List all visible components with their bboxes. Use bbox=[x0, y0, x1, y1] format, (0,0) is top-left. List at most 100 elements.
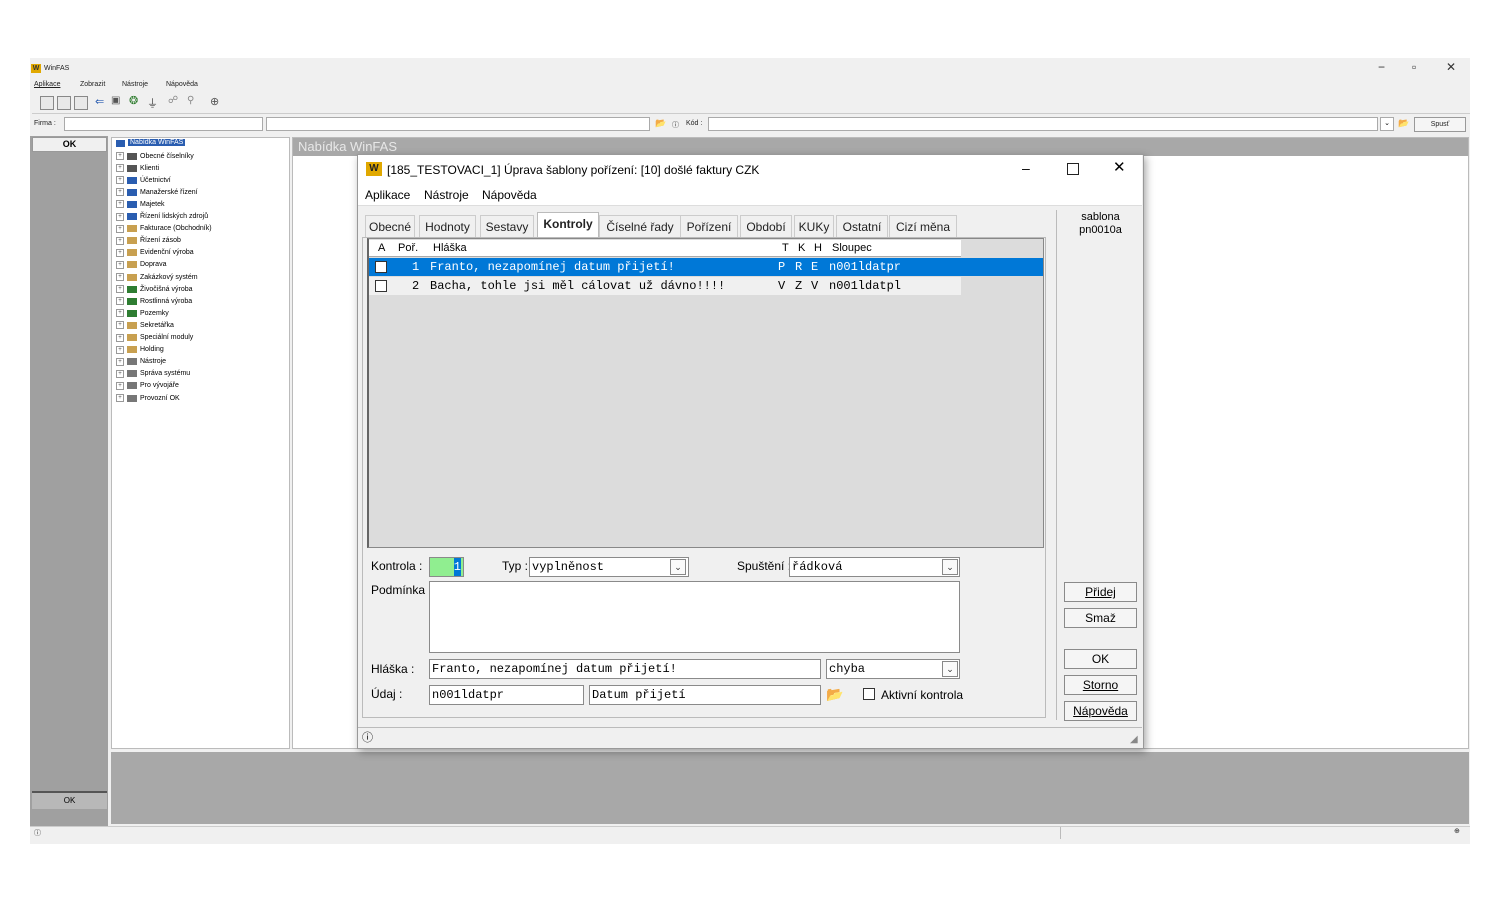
dialog-close-button[interactable]: ✕ bbox=[1113, 158, 1126, 176]
napoveda-button[interactable]: Nápověda bbox=[1064, 701, 1137, 721]
tree-item[interactable]: + Fakturace (Obchodník) bbox=[116, 223, 212, 235]
expand-icon[interactable]: + bbox=[116, 285, 124, 294]
expand-icon[interactable]: + bbox=[116, 248, 124, 257]
tree-item[interactable]: + Obecné číselníky bbox=[116, 150, 194, 162]
tree-item[interactable]: + Doprava bbox=[116, 259, 166, 271]
tree-item[interactable]: + Majetek bbox=[116, 198, 165, 210]
podminka-textarea[interactable] bbox=[429, 581, 960, 653]
expand-icon[interactable]: + bbox=[116, 321, 124, 330]
row-active-checkbox[interactable] bbox=[375, 261, 387, 273]
grid-header-a[interactable]: A bbox=[378, 242, 385, 254]
kontrola-input[interactable]: 1 bbox=[429, 557, 464, 577]
hlaska-input[interactable]: Franto, nezapomínej datum přijetí! bbox=[429, 659, 821, 679]
expand-icon[interactable]: + bbox=[116, 345, 124, 354]
refresh-icon[interactable]: ❂ bbox=[129, 94, 138, 107]
tree-item[interactable]: + Sekretářka bbox=[116, 319, 174, 331]
dialog-menu-napoveda[interactable]: Nápověda bbox=[482, 188, 537, 202]
tab-ciselne-rady[interactable]: Číselné řady bbox=[599, 215, 681, 238]
dialog-maximize-button[interactable] bbox=[1067, 163, 1079, 175]
expand-icon[interactable]: + bbox=[116, 333, 124, 342]
back-arrow-icon[interactable]: ⇐ bbox=[95, 95, 104, 108]
grid-header-por[interactable]: Poř. bbox=[398, 242, 418, 254]
grid-header-k[interactable]: K bbox=[798, 242, 805, 254]
storno-button[interactable]: Storno bbox=[1064, 675, 1137, 695]
expand-icon[interactable]: + bbox=[116, 369, 124, 378]
tree-item[interactable]: + Holding bbox=[116, 344, 164, 356]
tree-item[interactable]: + Rostlinná výroba bbox=[116, 295, 192, 307]
udaj-browse-folder-icon[interactable]: 📂 bbox=[826, 686, 843, 703]
kod-dropdown-arrow[interactable]: ⌄ bbox=[1380, 117, 1394, 131]
tab-ostatni[interactable]: Ostatní bbox=[836, 215, 888, 238]
expand-icon[interactable]: + bbox=[116, 176, 124, 185]
tree-item[interactable]: + Živočišná výroba bbox=[116, 283, 193, 295]
tab-sestavy[interactable]: Sestavy bbox=[480, 215, 534, 238]
tree-item[interactable]: + Speciální moduly bbox=[116, 332, 193, 344]
settings-icon[interactable]: ⚲ bbox=[187, 95, 194, 106]
restore-button[interactable]: ▫ bbox=[1412, 60, 1416, 74]
minimize-button[interactable]: − bbox=[1378, 60, 1385, 74]
status-help-icon[interactable]: ⊕ bbox=[1454, 827, 1460, 835]
expand-icon[interactable]: + bbox=[116, 164, 124, 173]
tree-item[interactable]: + Evidenční výroba bbox=[116, 247, 194, 259]
filter-icon[interactable]: ⏚ bbox=[147, 95, 158, 111]
dialog-minimize-button[interactable]: – bbox=[1022, 160, 1030, 176]
expand-icon[interactable]: + bbox=[116, 273, 124, 281]
menu-napoveda[interactable]: Nápověda bbox=[166, 81, 198, 88]
ok-bottom-button[interactable]: OK bbox=[32, 791, 107, 809]
expand-icon[interactable]: + bbox=[116, 200, 124, 209]
tree-item[interactable]: + Klienti bbox=[116, 162, 159, 174]
typ-select[interactable]: vyplněnost bbox=[529, 557, 689, 577]
tree-item[interactable]: + Řízení zásob bbox=[116, 235, 181, 247]
resize-grip-icon[interactable]: ◢ bbox=[1130, 734, 1138, 745]
tree-item[interactable]: + Pozemky bbox=[116, 307, 169, 319]
spusteni-dropdown-arrow[interactable]: ⌄ bbox=[942, 559, 958, 575]
menu-nastroje[interactable]: Nástroje bbox=[122, 81, 148, 88]
tree-item[interactable]: + Pro vývojáře bbox=[116, 380, 179, 392]
dialog-menu-nastroje[interactable]: Nástroje bbox=[424, 188, 469, 202]
spusteni-select[interactable]: řádková bbox=[789, 557, 960, 577]
severity-dropdown-arrow[interactable]: ⌄ bbox=[942, 661, 958, 677]
grid-header-t[interactable]: T bbox=[782, 242, 789, 254]
help-icon[interactable]: ⊕ bbox=[210, 95, 219, 108]
expand-icon[interactable]: + bbox=[116, 297, 124, 306]
close-button[interactable]: ✕ bbox=[1446, 60, 1456, 74]
grid-header-h[interactable]: H bbox=[814, 242, 822, 254]
ok-top-button[interactable]: OK bbox=[32, 137, 107, 152]
kod-input[interactable] bbox=[708, 117, 1378, 131]
severity-select[interactable]: chyba bbox=[826, 659, 960, 679]
spust-button[interactable]: Spusť bbox=[1414, 117, 1466, 132]
tab-kuky[interactable]: KUKy bbox=[794, 215, 834, 238]
tree-item[interactable]: + Účetnictví bbox=[116, 174, 171, 186]
toolbar-tile-icon[interactable] bbox=[57, 96, 71, 110]
expand-icon[interactable]: + bbox=[116, 188, 124, 197]
tools-icon[interactable]: ☍ bbox=[168, 95, 178, 106]
expand-icon[interactable]: + bbox=[116, 394, 124, 402]
info-icon[interactable]: ⓘ bbox=[672, 120, 679, 130]
grid-header-hlaska[interactable]: Hláška bbox=[433, 242, 467, 254]
tab-obdobi[interactable]: Období bbox=[740, 215, 792, 238]
tree-item[interactable]: + Zakázkový systém bbox=[116, 271, 198, 283]
expand-icon[interactable]: + bbox=[116, 236, 124, 245]
folder-open-icon[interactable]: 📂 bbox=[655, 118, 666, 129]
tab-kontroly[interactable]: Kontroly bbox=[537, 212, 599, 239]
menu-aplikace[interactable]: Aplikace bbox=[34, 81, 60, 88]
ok-button[interactable]: OK bbox=[1064, 649, 1137, 669]
aktivni-kontrola-checkbox[interactable] bbox=[863, 688, 875, 700]
expand-icon[interactable]: + bbox=[116, 381, 124, 390]
tab-obecne[interactable]: Obecné bbox=[365, 215, 415, 238]
expand-icon[interactable]: + bbox=[116, 152, 124, 160]
pridej-button[interactable]: Přidej bbox=[1064, 582, 1137, 602]
firma-name-input[interactable] bbox=[266, 117, 650, 131]
expand-icon[interactable]: + bbox=[116, 212, 124, 221]
tab-porizeni[interactable]: Pořízení bbox=[680, 215, 738, 238]
tree-root-item[interactable]: Nabídka WinFAS bbox=[128, 139, 186, 146]
tab-cizi-mena[interactable]: Cizí měna bbox=[889, 215, 957, 238]
expand-icon[interactable]: + bbox=[116, 357, 124, 366]
toolbar-cascade-icon[interactable] bbox=[74, 96, 88, 110]
tree-item[interactable]: + Správa systému bbox=[116, 368, 190, 380]
firma-input[interactable] bbox=[64, 117, 263, 131]
tree-item[interactable]: + Řízení lidských zdrojů bbox=[116, 211, 208, 223]
tab-hodnoty[interactable]: Hodnoty bbox=[419, 215, 476, 238]
kod-folder-icon[interactable]: 📂 bbox=[1398, 118, 1409, 129]
toolbar-window-icon[interactable] bbox=[40, 96, 54, 110]
